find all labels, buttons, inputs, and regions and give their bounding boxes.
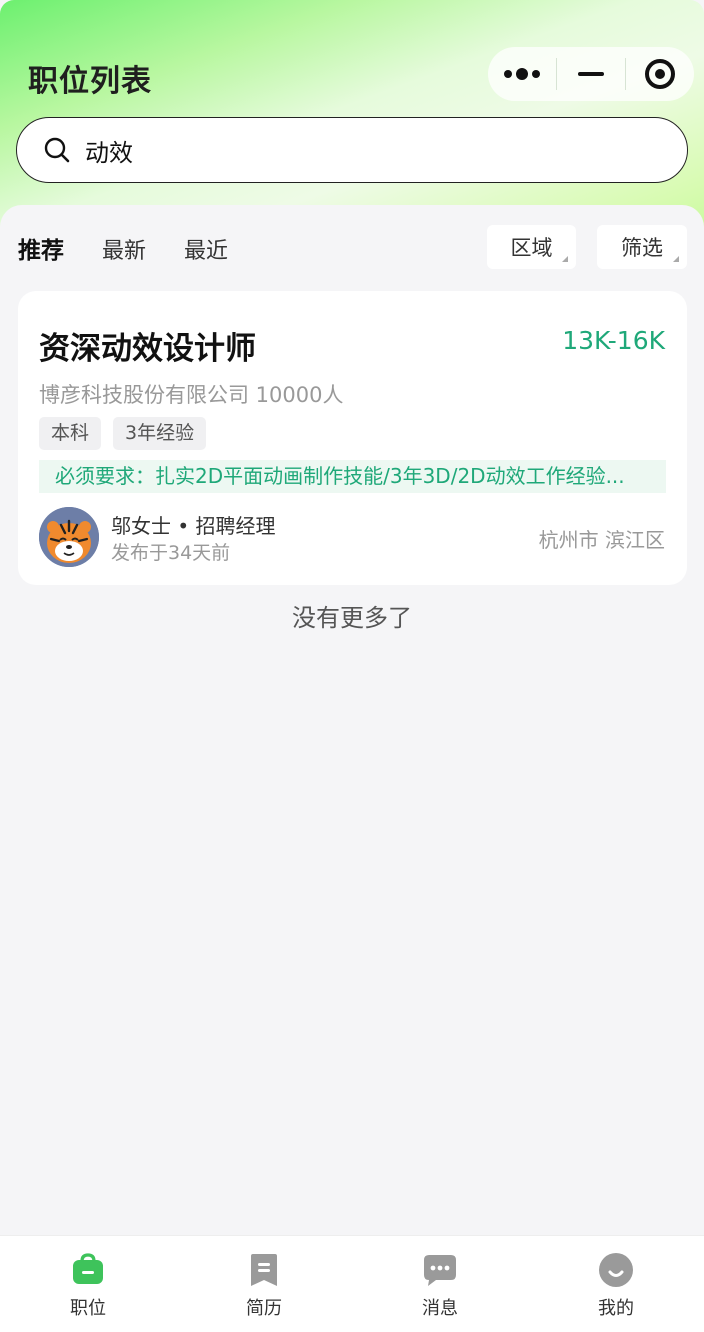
search-bar[interactable] [16,117,688,183]
briefcase-icon [73,1253,103,1284]
job-requirement: 必须要求：扎实2D平面动画制作技能/3年3D/2D动效工作经验... [39,460,666,493]
search-input[interactable] [85,136,645,164]
recruiter-name: 邬女士 • 招聘经理 [111,514,276,538]
close-button[interactable] [626,47,694,101]
dropdown-corner-icon [673,256,679,262]
more-dots-icon [504,68,540,80]
avatar [39,507,99,567]
page-title: 职位列表 [28,64,152,99]
tab-recommended[interactable]: 推荐 [18,231,66,267]
tabbar-item-resume[interactable]: 简历 [176,1236,352,1332]
tiger-avatar-icon [39,507,99,567]
company-info: 博彦科技股份有限公司 10000人 [39,383,344,407]
list-end-text: 没有更多了 [292,604,412,632]
minimize-button[interactable] [557,47,625,101]
search-icon [43,136,71,164]
tab-label: 最新 [102,239,147,264]
job-location: 杭州市 滨江区 [538,528,665,552]
profile-icon [599,1253,633,1287]
mini-program-capsule [488,47,694,101]
tabbar-label: 消息 [422,1298,458,1319]
tabbar-item-messages[interactable]: 消息 [352,1236,528,1332]
job-salary: 13K-16K [562,326,665,355]
tag-experience: 3年经验 [113,417,207,450]
target-icon [645,59,675,89]
tab-label: 推荐 [18,238,64,264]
tabbar-item-jobs[interactable]: 职位 [0,1236,176,1332]
tabbar-label: 职位 [70,1298,106,1319]
job-title: 资深动效设计师 [39,331,256,367]
area-filter-button[interactable]: 区域 [487,225,576,269]
job-tags: 本科 3年经验 [39,417,207,450]
tabbar-item-profile[interactable]: 我的 [528,1236,704,1332]
tabbar-label: 简历 [246,1298,282,1319]
tab-latest[interactable]: 最新 [102,233,146,265]
sort-tabs: 推荐 最新 最近 [18,231,266,267]
filter-button[interactable]: 筛选 [597,225,687,269]
filter-label: 筛选 [621,236,663,260]
main-content: 推荐 最新 最近 区域 筛选 资深动效设计师 13K-16K 博彦科技股份有限公… [0,205,704,1235]
app-root: 职位列表 推荐 [0,0,704,1332]
message-icon [424,1255,456,1286]
area-filter-label: 区域 [510,236,553,260]
tag-education: 本科 [39,417,102,450]
dropdown-corner-icon [562,256,568,262]
more-button[interactable] [488,47,556,101]
tab-label: 最近 [184,239,229,264]
bottom-tabbar: 职位 简历 消息 我的 [0,1235,704,1332]
minimize-icon [578,72,604,76]
resume-icon [251,1254,277,1286]
tabbar-label: 我的 [598,1298,634,1319]
posted-time: 发布于34天前 [111,542,231,564]
tab-nearby[interactable]: 最近 [184,233,228,265]
job-card[interactable]: 资深动效设计师 13K-16K 博彦科技股份有限公司 10000人 本科 3年经… [18,291,687,585]
